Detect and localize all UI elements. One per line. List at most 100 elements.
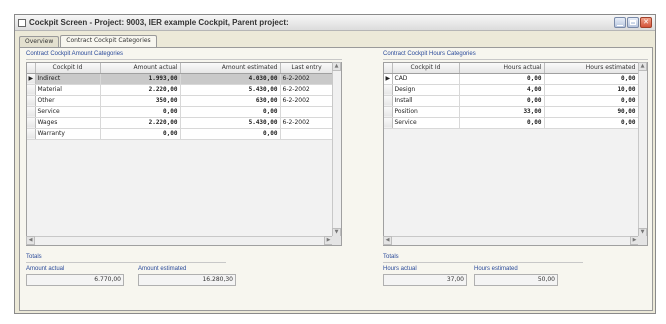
cell-amount-estimated[interactable]: 5.430,00 (180, 84, 281, 96)
cell-hours-estimated[interactable]: 0,00 (544, 73, 639, 85)
scroll-left-icon[interactable]: ◀ (383, 236, 392, 245)
table-row[interactable]: Service 0,00 0,00 (384, 117, 639, 129)
amount-actual-label: Amount actual (26, 266, 65, 272)
hours-totals-divider (383, 262, 583, 263)
hours-table: Cockpit Id Hours actual Hours estimated … (384, 63, 639, 129)
cell-cockpit-id[interactable]: Install (392, 95, 460, 107)
cell-cockpit-id[interactable]: Material (35, 84, 101, 96)
tab-contract-cockpit-categories[interactable]: Contract Cockpit Categories (60, 35, 157, 47)
selected-row-icon: ▶ (384, 73, 393, 85)
hours-estimated-field[interactable]: 50,00 (474, 274, 558, 286)
amount-totals-title: Totals (26, 254, 42, 260)
col-header-amount-estimated[interactable]: Amount estimated (180, 63, 281, 74)
table-row[interactable]: Other 350,00 630,00 6-2-2002 (27, 95, 334, 107)
cockpit-window: Cockpit Screen - Project: 9003, IER exam… (14, 14, 656, 314)
hours-actual-label: Hours actual (383, 266, 417, 272)
cell-hours-actual[interactable]: 0,00 (459, 95, 545, 107)
tab-content: Contract Cockpit Amount Categories Cockp… (19, 47, 653, 311)
table-row[interactable]: Design 4,00 10,00 (384, 84, 639, 96)
cell-amount-actual[interactable]: 0,00 (100, 128, 181, 140)
hours-actual-field[interactable]: 37,00 (383, 274, 467, 286)
cell-hours-estimated[interactable]: 0,00 (544, 117, 639, 129)
cell-cockpit-id[interactable]: Service (392, 117, 460, 129)
table-row[interactable]: Position 33,00 90,00 (384, 106, 639, 118)
amount-estimated-field[interactable]: 16.280,30 (138, 274, 236, 286)
col-header-amount-actual[interactable]: Amount actual (100, 63, 181, 74)
row-indicator-header (384, 63, 393, 74)
table-row[interactable]: ▶ CAD 0,00 0,00 (384, 73, 639, 85)
amount-horizontal-scrollbar[interactable]: ◀ ▶ (26, 236, 333, 245)
cell-hours-actual[interactable]: 0,00 (459, 117, 545, 129)
col-header-cockpit-id[interactable]: Cockpit Id (392, 63, 460, 74)
cell-cockpit-id[interactable]: Wages (35, 117, 101, 129)
scroll-up-icon[interactable]: ▲ (332, 62, 341, 71)
col-header-hours-estimated[interactable]: Hours estimated (544, 63, 639, 74)
cell-hours-actual[interactable]: 0,00 (459, 73, 545, 85)
col-header-cockpit-id[interactable]: Cockpit Id (35, 63, 101, 74)
cell-last-entry[interactable] (280, 106, 334, 118)
hours-section-divider (383, 59, 648, 60)
amount-actual-field[interactable]: 6.770,00 (26, 274, 124, 286)
cell-last-entry[interactable]: 6-2-2002 (280, 117, 334, 129)
cell-hours-actual[interactable]: 33,00 (459, 106, 545, 118)
cell-amount-actual[interactable]: 1.993,00 (100, 73, 181, 85)
amount-vertical-scrollbar[interactable]: ▲ ▼ (332, 62, 341, 237)
col-header-last-entry[interactable]: Last entry (280, 63, 334, 74)
hours-grid[interactable]: Cockpit Id Hours actual Hours estimated … (383, 62, 648, 246)
cell-amount-estimated[interactable]: 0,00 (180, 128, 281, 140)
col-header-hours-actual[interactable]: Hours actual (459, 63, 545, 74)
cell-cockpit-id[interactable]: Service (35, 106, 101, 118)
selected-row-icon: ▶ (27, 73, 36, 85)
amount-table: Cockpit Id Amount actual Amount estimate… (27, 63, 334, 140)
cell-amount-actual[interactable]: 2.220,00 (100, 117, 181, 129)
scroll-left-icon[interactable]: ◀ (26, 236, 35, 245)
cell-last-entry[interactable] (280, 128, 334, 140)
cell-amount-estimated[interactable]: 630,00 (180, 95, 281, 107)
amount-section-divider (26, 59, 342, 60)
table-row[interactable]: Install 0,00 0,00 (384, 95, 639, 107)
tab-overview[interactable]: Overview (19, 36, 60, 47)
minimize-button[interactable] (614, 17, 626, 28)
cell-cockpit-id[interactable]: Design (392, 84, 460, 96)
amount-totals-divider (26, 262, 226, 263)
window-title: Cockpit Screen - Project: 9003, IER exam… (29, 18, 289, 27)
hours-estimated-label: Hours estimated (474, 266, 518, 272)
hours-section-title: Contract Cockpit Hours Categories (383, 51, 476, 57)
cell-amount-actual[interactable]: 350,00 (100, 95, 181, 107)
amount-grid[interactable]: Cockpit Id Amount actual Amount estimate… (26, 62, 342, 246)
close-icon: ✕ (643, 18, 649, 26)
cell-hours-estimated[interactable]: 10,00 (544, 84, 639, 96)
cell-cockpit-id[interactable]: Position (392, 106, 460, 118)
table-row[interactable]: Warranty 0,00 0,00 (27, 128, 334, 140)
maximize-button[interactable] (627, 17, 639, 28)
hours-horizontal-scrollbar[interactable]: ◀ ▶ (383, 236, 639, 245)
table-row[interactable]: Material 2.220,00 5.430,00 6-2-2002 (27, 84, 334, 96)
cell-cockpit-id[interactable]: CAD (392, 73, 460, 85)
cell-last-entry[interactable]: 6-2-2002 (280, 95, 334, 107)
window-controls: ✕ (614, 17, 652, 28)
close-button[interactable]: ✕ (640, 17, 652, 28)
scroll-corner (332, 236, 341, 245)
cell-hours-actual[interactable]: 4,00 (459, 84, 545, 96)
cell-last-entry[interactable]: 6-2-2002 (280, 84, 334, 96)
hours-totals-title: Totals (383, 254, 399, 260)
cell-amount-actual[interactable]: 0,00 (100, 106, 181, 118)
maximize-icon (630, 20, 636, 25)
cell-amount-estimated[interactable]: 0,00 (180, 106, 281, 118)
cell-hours-estimated[interactable]: 0,00 (544, 95, 639, 107)
cell-cockpit-id[interactable]: Warranty (35, 128, 101, 140)
cell-last-entry[interactable]: 6-2-2002 (280, 73, 334, 85)
table-row[interactable]: Wages 2.220,00 5.430,00 6-2-2002 (27, 117, 334, 129)
title-bar[interactable]: Cockpit Screen - Project: 9003, IER exam… (15, 15, 655, 31)
cell-amount-estimated[interactable]: 4.030,00 (180, 73, 281, 85)
hours-vertical-scrollbar[interactable]: ▲ ▼ (638, 62, 647, 237)
cell-hours-estimated[interactable]: 90,00 (544, 106, 639, 118)
cell-amount-actual[interactable]: 2.220,00 (100, 84, 181, 96)
cell-amount-estimated[interactable]: 5.430,00 (180, 117, 281, 129)
scroll-up-icon[interactable]: ▲ (638, 62, 647, 71)
amount-estimated-label: Amount estimated (138, 266, 187, 272)
table-row[interactable]: ▶ Indirect 1.993,00 4.030,00 6-2-2002 (27, 73, 334, 85)
cell-cockpit-id[interactable]: Other (35, 95, 101, 107)
cell-cockpit-id[interactable]: Indirect (35, 73, 101, 85)
table-row[interactable]: Service 0,00 0,00 (27, 106, 334, 118)
